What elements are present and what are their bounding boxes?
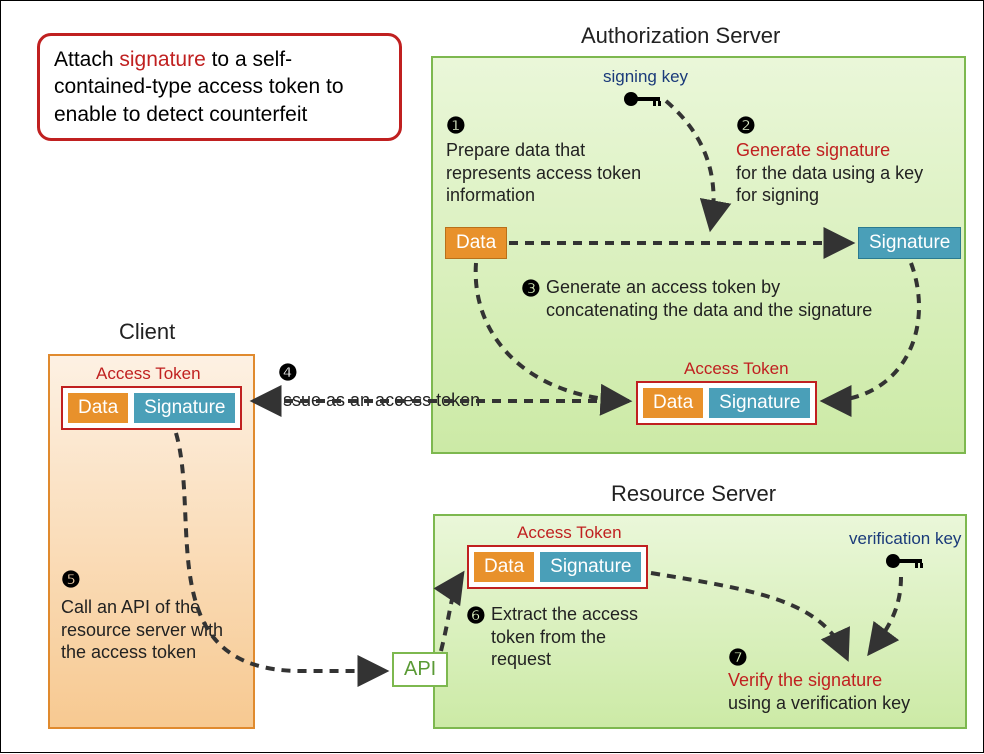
step-3-text: Generate an access token by concatenatin… — [546, 276, 876, 321]
token-sig-auth: Signature — [708, 387, 811, 419]
api-chip: API — [392, 652, 448, 687]
step-4-badge: ❹ — [278, 360, 302, 384]
step-2-heading: Generate signature — [736, 140, 890, 160]
step-7-heading: Verify the signature — [728, 670, 882, 690]
access-token-client: Data Signature — [61, 386, 242, 430]
key-icon-verification — [883, 551, 925, 571]
auth-server-title: Authorization Server — [581, 23, 780, 49]
step-2-badge: ❷ — [736, 113, 760, 137]
access-token-label-resource: Access Token — [517, 523, 622, 543]
access-token-auth: Data Signature — [636, 381, 817, 425]
signing-key-label: signing key — [603, 66, 688, 87]
client-title: Client — [119, 319, 175, 345]
step-1-text: Prepare data that represents access toke… — [446, 139, 646, 207]
step-6-text: Extract the access token from the reques… — [491, 603, 671, 671]
token-data-resource: Data — [473, 551, 535, 583]
token-data-auth: Data — [642, 387, 704, 419]
step-5-badge: ❺ — [61, 567, 85, 591]
step-5-text: Call an API of the resource server with … — [61, 596, 251, 664]
step-7-rest: using a verification key — [728, 693, 910, 713]
access-token-resource: Data Signature — [467, 545, 648, 589]
step-2-text: Generate signature for the data using a … — [736, 139, 946, 207]
callout-signature: signature — [119, 48, 205, 71]
callout-box: Attach signature to a self-contained-typ… — [37, 33, 402, 141]
step-1-badge: ❶ — [446, 113, 470, 137]
diagram-canvas: Attach signature to a self-contained-typ… — [0, 0, 984, 753]
key-icon-signing — [621, 89, 663, 109]
access-token-label-auth: Access Token — [684, 359, 789, 379]
step-6-badge: ❻ — [466, 603, 490, 627]
step-3-badge: ❸ — [521, 276, 545, 300]
token-data-client: Data — [67, 392, 129, 424]
data-chip-auth: Data — [445, 227, 507, 259]
step-4-text: Issue as an access token — [278, 389, 598, 412]
step-7-text: Verify the signature using a verificatio… — [728, 669, 958, 714]
step-2-rest: for the data using a key for signing — [736, 163, 923, 206]
token-sig-client: Signature — [133, 392, 236, 424]
verification-key-label: verification key — [849, 528, 961, 549]
token-sig-resource: Signature — [539, 551, 642, 583]
step-7-badge: ❼ — [728, 645, 752, 669]
signature-chip-auth: Signature — [858, 227, 961, 259]
callout-prefix: Attach — [54, 48, 119, 71]
access-token-label-client: Access Token — [96, 364, 201, 384]
resource-server-title: Resource Server — [611, 481, 776, 507]
